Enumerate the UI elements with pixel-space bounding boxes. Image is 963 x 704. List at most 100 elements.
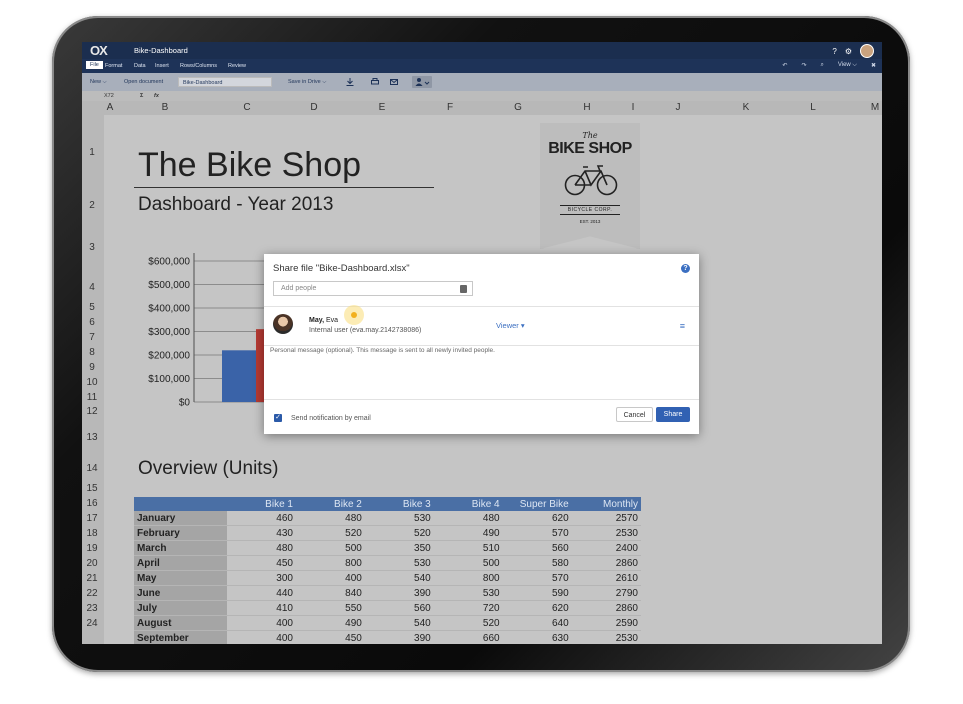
value-cell[interactable]: 560 xyxy=(502,540,572,556)
value-cell[interactable]: 440 xyxy=(227,585,296,601)
month-cell[interactable]: August xyxy=(134,615,228,631)
column-header-cell[interactable]: Bike 4 xyxy=(433,497,503,511)
value-cell[interactable]: 450 xyxy=(295,630,365,644)
column-header[interactable]: H xyxy=(552,102,622,113)
row-header[interactable]: 6 xyxy=(82,317,102,328)
menu-review[interactable]: Review xyxy=(228,63,246,69)
row-header[interactable]: 5 xyxy=(82,302,102,313)
row-header[interactable]: 24 xyxy=(82,618,102,629)
redo-icon[interactable]: ↷ xyxy=(801,62,806,69)
value-cell[interactable]: 2570 xyxy=(571,511,641,526)
sum-icon[interactable]: Σ xyxy=(140,93,143,99)
row-header[interactable]: 13 xyxy=(82,432,102,443)
column-header[interactable]: F xyxy=(416,102,484,113)
row-header[interactable]: 23 xyxy=(82,603,102,614)
value-cell[interactable]: 520 xyxy=(364,525,434,541)
column-header[interactable]: A xyxy=(104,102,116,113)
value-cell[interactable]: 2590 xyxy=(571,615,641,631)
value-cell[interactable]: 350 xyxy=(364,540,434,556)
value-cell[interactable]: 530 xyxy=(364,555,434,571)
row-header[interactable]: 15 xyxy=(82,483,102,494)
share-button[interactable]: Share xyxy=(656,407,690,422)
gear-icon[interactable]: ⚙ xyxy=(845,47,852,56)
row-header[interactable]: 1 xyxy=(82,147,102,158)
column-header-cell[interactable]: Super Bike xyxy=(502,497,572,511)
column-header[interactable]: G xyxy=(484,102,552,113)
value-cell[interactable]: 620 xyxy=(502,600,572,616)
column-header[interactable]: B xyxy=(116,102,214,113)
new-button[interactable]: New ⌵ xyxy=(90,79,107,86)
value-cell[interactable]: 570 xyxy=(502,570,572,586)
row-header[interactable]: 17 xyxy=(82,513,102,524)
value-cell[interactable]: 490 xyxy=(295,615,365,631)
row-header[interactable]: 10 xyxy=(82,377,102,388)
value-cell[interactable]: 800 xyxy=(295,555,365,571)
value-cell[interactable]: 840 xyxy=(295,585,365,601)
month-cell[interactable]: July xyxy=(134,600,228,616)
menu-format[interactable]: Format xyxy=(105,63,122,69)
column-header[interactable]: M xyxy=(868,102,882,113)
print-icon[interactable] xyxy=(371,78,379,86)
notification-checkbox[interactable]: ✓ xyxy=(274,414,282,422)
value-cell[interactable]: 500 xyxy=(295,540,365,556)
row-header[interactable]: 3 xyxy=(82,242,102,253)
value-cell[interactable]: 480 xyxy=(433,511,503,526)
value-cell[interactable]: 390 xyxy=(364,585,434,601)
value-cell[interactable]: 510 xyxy=(433,540,503,556)
row-header[interactable]: 20 xyxy=(82,558,102,569)
share-user-button[interactable] xyxy=(412,76,432,88)
value-cell[interactable]: 500 xyxy=(433,555,503,571)
value-cell[interactable]: 300 xyxy=(227,570,296,586)
menu-data[interactable]: Data xyxy=(134,63,146,69)
view-menu[interactable]: View ⌵ xyxy=(838,62,857,69)
column-header[interactable]: L xyxy=(780,102,846,113)
value-cell[interactable]: 480 xyxy=(227,540,296,556)
column-header[interactable]: K xyxy=(712,102,780,113)
value-cell[interactable]: 530 xyxy=(364,511,434,526)
value-cell[interactable]: 2530 xyxy=(571,525,641,541)
value-cell[interactable]: 590 xyxy=(502,585,572,601)
value-cell[interactable]: 390 xyxy=(364,630,434,644)
column-header[interactable]: J xyxy=(644,102,712,113)
value-cell[interactable]: 400 xyxy=(295,570,365,586)
column-header-cell[interactable]: Bike 2 xyxy=(295,497,365,511)
address-book-icon[interactable] xyxy=(460,285,467,293)
month-cell[interactable]: September xyxy=(134,630,228,644)
mail-icon[interactable] xyxy=(390,78,398,86)
value-cell[interactable]: 720 xyxy=(433,600,503,616)
value-cell[interactable]: 540 xyxy=(364,570,434,586)
column-header[interactable]: C xyxy=(214,102,280,113)
column-header[interactable]: I xyxy=(622,102,644,113)
month-cell[interactable]: March xyxy=(134,540,228,556)
month-cell[interactable]: May xyxy=(134,570,228,586)
value-cell[interactable]: 410 xyxy=(227,600,296,616)
value-cell[interactable]: 400 xyxy=(227,630,296,644)
value-cell[interactable]: 640 xyxy=(502,615,572,631)
undo-icon[interactable]: ↶ xyxy=(782,62,787,69)
column-header-cell[interactable] xyxy=(134,497,228,511)
value-cell[interactable]: 400 xyxy=(227,615,296,631)
row-header[interactable]: 22 xyxy=(82,588,102,599)
function-icon[interactable]: fx xyxy=(154,93,159,99)
personal-message-textarea[interactable]: Personal message (optional). This messag… xyxy=(270,347,697,397)
row-header[interactable]: 16 xyxy=(82,498,102,509)
column-header[interactable]: D xyxy=(280,102,348,113)
value-cell[interactable]: 2790 xyxy=(571,585,641,601)
value-cell[interactable]: 580 xyxy=(502,555,572,571)
account-avatar[interactable] xyxy=(860,44,874,58)
row-header[interactable]: 4 xyxy=(82,282,102,293)
add-people-input[interactable]: Add people xyxy=(273,281,473,296)
value-cell[interactable]: 630 xyxy=(502,630,572,644)
value-cell[interactable]: 800 xyxy=(433,570,503,586)
value-cell[interactable]: 430 xyxy=(227,525,296,541)
column-header-cell[interactable]: Monthly xyxy=(571,497,641,511)
close-icon[interactable]: ✖ xyxy=(871,62,876,69)
value-cell[interactable]: 570 xyxy=(502,525,572,541)
value-cell[interactable]: 520 xyxy=(295,525,365,541)
cell-reference[interactable]: X72 xyxy=(104,93,114,99)
value-cell[interactable]: 460 xyxy=(227,511,296,526)
help-icon[interactable]: ? xyxy=(832,47,836,56)
value-cell[interactable]: 2860 xyxy=(571,555,641,571)
row-header[interactable]: 8 xyxy=(82,347,102,358)
row-header[interactable]: 14 xyxy=(82,463,102,474)
